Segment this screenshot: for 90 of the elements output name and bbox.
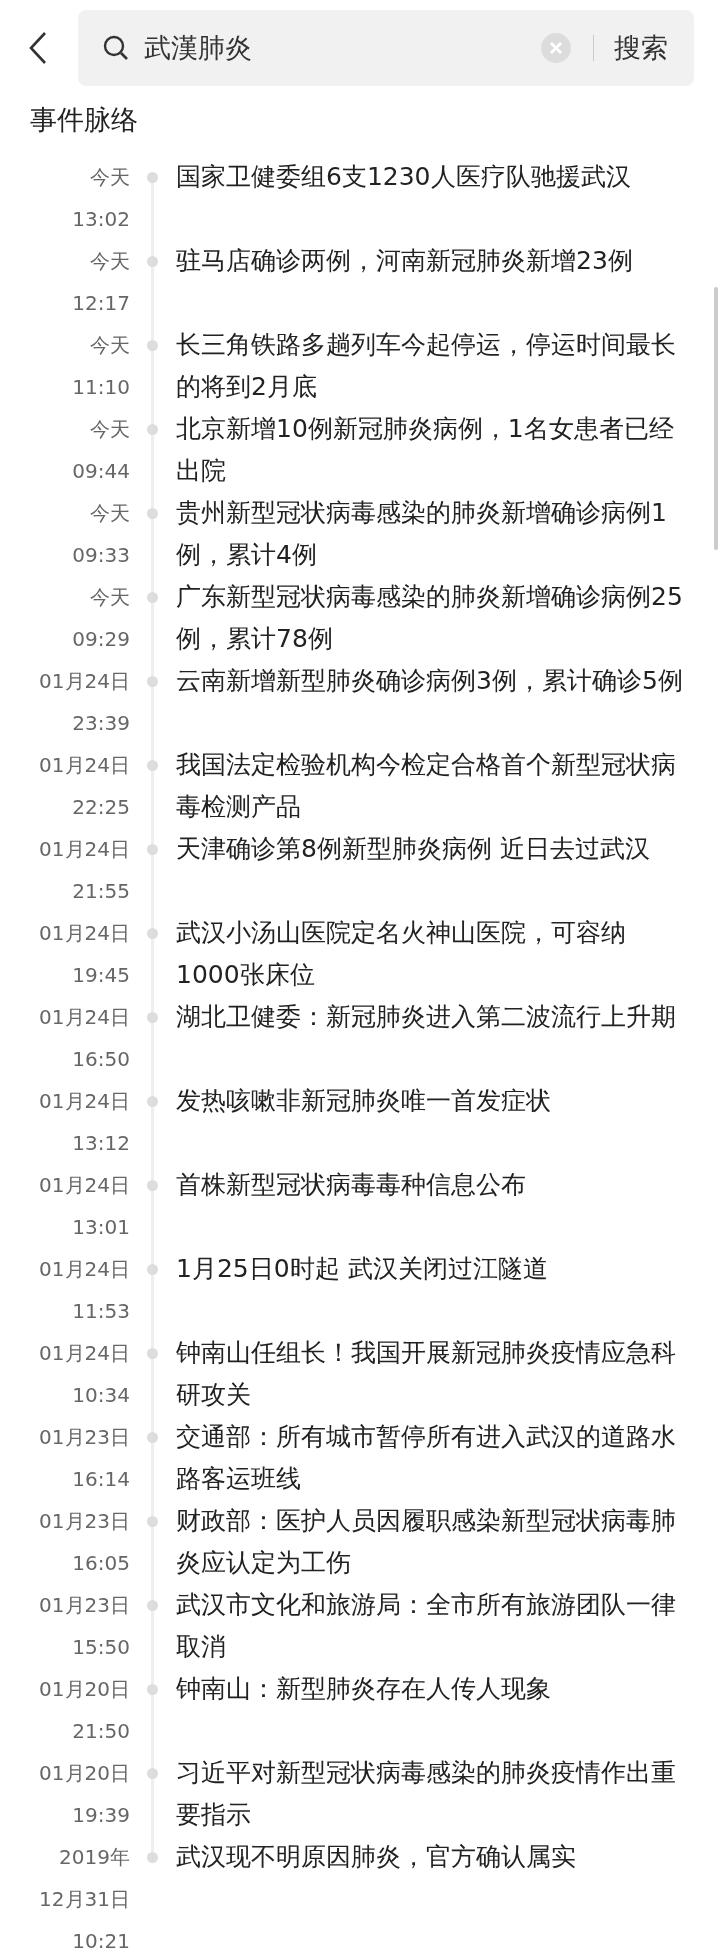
event-title[interactable]: 我国法定检验机构今检定合格首个新型冠状病毒检测产品 xyxy=(176,744,688,828)
timeline-dot xyxy=(147,844,158,855)
event-time: 11:10 xyxy=(72,374,130,401)
timeline-dot xyxy=(147,928,158,939)
event-time: 今天 xyxy=(90,332,130,359)
event-time: 01月24日 xyxy=(39,920,130,947)
event-time: 13:02 xyxy=(72,206,130,233)
event-time: 01月23日 xyxy=(39,1508,130,1535)
event-time: 19:39 xyxy=(72,1802,130,1829)
timeline-dot xyxy=(147,172,158,183)
event-time: 今天 xyxy=(90,500,130,527)
timeline-dot xyxy=(147,1348,158,1359)
event-time: 12:17 xyxy=(72,290,130,317)
event-time: 15:50 xyxy=(72,1634,130,1661)
timeline-dot xyxy=(147,1096,158,1107)
event-time: 22:25 xyxy=(72,794,130,821)
event-time: 01月24日 xyxy=(39,752,130,779)
event-title[interactable]: 驻马店确诊两例，河南新冠肺炎新增23例 xyxy=(176,240,688,282)
event-title[interactable]: 长三角铁路多趟列车今起停运，停运时间最长的将到2月底 xyxy=(176,324,688,408)
event-title[interactable]: 1月25日0时起 武汉关闭过江隧道 xyxy=(176,1248,688,1290)
event-time: 13:01 xyxy=(72,1214,130,1241)
timeline-dot xyxy=(147,592,158,603)
event-time: 01月24日 xyxy=(39,668,130,695)
event-time: 01月20日 xyxy=(39,1676,130,1703)
event-title[interactable]: 国家卫健委组6支1230人医疗队驰援武汉 xyxy=(176,156,688,198)
event-time: 16:50 xyxy=(72,1046,130,1073)
timeline-dot xyxy=(147,1684,158,1695)
event-time: 今天 xyxy=(90,584,130,611)
event-time: 01月24日 xyxy=(39,1340,130,1367)
event-title[interactable]: 武汉现不明原因肺炎，官方确认属实 xyxy=(176,1836,688,1878)
event-title[interactable]: 北京新增10例新冠肺炎病例，1名女患者已经出院 xyxy=(176,408,688,492)
event-time: 01月23日 xyxy=(39,1424,130,1451)
timeline-dot xyxy=(147,256,158,267)
event-time: 10:34 xyxy=(72,1382,130,1409)
event-time: 01月24日 xyxy=(39,1172,130,1199)
event-title[interactable]: 湖北卫健委：新冠肺炎进入第二波流行上升期 xyxy=(176,996,688,1038)
timeline-dot xyxy=(147,1852,158,1863)
event-time: 09:29 xyxy=(72,626,130,653)
event-time: 2019年 xyxy=(59,1844,130,1871)
timeline-dot xyxy=(147,1432,158,1443)
event-title[interactable]: 武汉小汤山医院定名火神山医院，可容纳1000张床位 xyxy=(176,912,688,996)
event-time: 01月24日 xyxy=(39,1256,130,1283)
event-time: 01月24日 xyxy=(39,1088,130,1115)
event-time: 01月23日 xyxy=(39,1592,130,1619)
event-title[interactable]: 天津确诊第8例新型肺炎病例 近日去过武汉 xyxy=(176,828,688,870)
event-time: 11:53 xyxy=(72,1298,130,1325)
event-time: 21:55 xyxy=(72,878,130,905)
search-field[interactable]: 武漢肺炎 搜索 xyxy=(78,10,694,86)
timeline-dot xyxy=(147,676,158,687)
event-time: 16:14 xyxy=(72,1466,130,1493)
event-time: 23:39 xyxy=(72,710,130,737)
timeline-dot xyxy=(147,1264,158,1275)
event-time: 01月24日 xyxy=(39,1004,130,1031)
event-time: 16:05 xyxy=(72,1550,130,1577)
timeline-dot xyxy=(147,1516,158,1527)
event-time: 12月31日 xyxy=(39,1886,130,1913)
event-title[interactable]: 钟南山：新型肺炎存在人传人现象 xyxy=(176,1668,688,1710)
timeline-dot xyxy=(147,508,158,519)
timeline-dot xyxy=(147,1600,158,1611)
search-button[interactable]: 搜索 xyxy=(614,30,668,66)
search-icon xyxy=(102,34,130,62)
timeline-dot xyxy=(147,340,158,351)
timeline-dot xyxy=(147,1768,158,1779)
event-time: 21:50 xyxy=(72,1718,130,1745)
timeline-dot xyxy=(147,760,158,771)
event-title[interactable]: 贵州新型冠状病毒感染的肺炎新增确诊病例1例，累计4例 xyxy=(176,492,688,576)
event-title[interactable]: 习近平对新型冠状病毒感染的肺炎疫情作出重要指示 xyxy=(176,1752,688,1836)
event-title[interactable]: 广东新型冠状病毒感染的肺炎新增确诊病例25例，累计78例 xyxy=(176,576,688,660)
event-time: 今天 xyxy=(90,248,130,275)
event-title[interactable]: 钟南山任组长！我国开展新冠肺炎疫情应急科研攻关 xyxy=(176,1332,688,1416)
event-time: 09:44 xyxy=(72,458,130,485)
event-title[interactable]: 交通部：所有城市暂停所有进入武汉的道路水路客运班线 xyxy=(176,1416,688,1500)
event-title[interactable]: 云南新增新型肺炎确诊病例3例，累计确诊5例 xyxy=(176,660,688,702)
event-title[interactable]: 财政部：医护人员因履职感染新型冠状病毒肺炎应认定为工伤 xyxy=(176,1500,688,1584)
timeline-dot xyxy=(147,424,158,435)
timeline-dot xyxy=(147,1180,158,1191)
timeline-dot xyxy=(147,1012,158,1023)
event-time: 01月24日 xyxy=(39,836,130,863)
event-time: 今天 xyxy=(90,416,130,443)
event-time: 19:45 xyxy=(72,962,130,989)
event-time: 01月20日 xyxy=(39,1760,130,1787)
back-icon[interactable] xyxy=(28,31,48,65)
event-time: 09:33 xyxy=(72,542,130,569)
event-title[interactable]: 首株新型冠状病毒毒种信息公布 xyxy=(176,1164,688,1206)
event-title[interactable]: 发热咳嗽非新冠肺炎唯一首发症状 xyxy=(176,1080,688,1122)
event-time: 13:12 xyxy=(72,1130,130,1157)
section-title: 事件脉络 xyxy=(29,103,139,137)
event-title[interactable]: 武汉市文化和旅游局：全市所有旅游团队一律取消 xyxy=(176,1584,688,1668)
event-time: 10:21 xyxy=(72,1928,130,1955)
event-time: 今天 xyxy=(90,164,130,191)
